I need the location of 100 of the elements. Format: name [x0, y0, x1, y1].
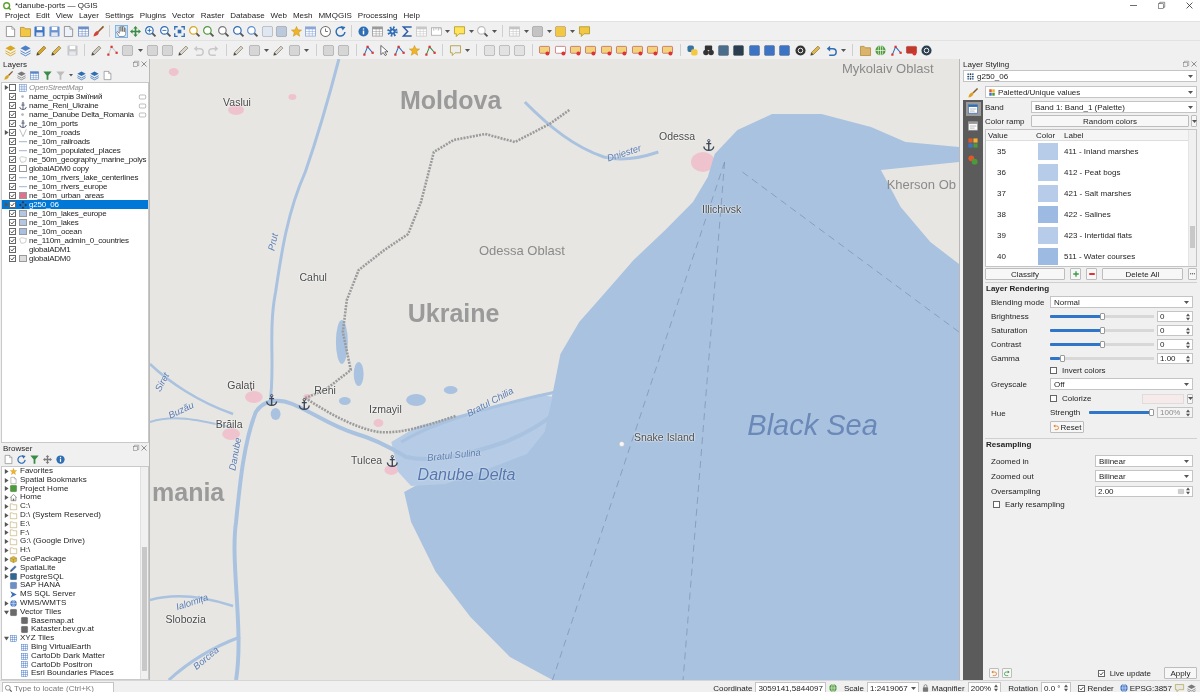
card-icon[interactable] [662, 44, 674, 56]
swatch-icon[interactable] [1038, 248, 1058, 265]
folder-icon[interactable] [859, 44, 871, 56]
layers-icon[interactable] [17, 71, 26, 80]
checkbox[interactable] [9, 102, 16, 109]
expand-arrow-icon[interactable] [3, 486, 9, 492]
menu-item[interactable]: Edit [35, 11, 50, 21]
tree-row[interactable]: Kataster.bev.gv.at [2, 625, 141, 635]
spin-field[interactable]: 0 [1157, 311, 1193, 322]
brush-icon[interactable] [968, 87, 978, 98]
menu-item[interactable]: Vector [172, 11, 195, 21]
checkbox[interactable] [9, 183, 16, 190]
vertex-line-icon[interactable] [363, 44, 375, 56]
color-ramp-button[interactable]: Random colors [1031, 115, 1189, 127]
checkbox[interactable] [9, 228, 16, 235]
checkbox[interactable] [993, 501, 1000, 508]
magnifier-icon[interactable] [188, 25, 200, 37]
tree-row[interactable]: CartoDb Positron [2, 660, 141, 670]
pencil-icon[interactable] [91, 44, 103, 56]
slider-track[interactable] [1050, 355, 1154, 362]
document-icon[interactable] [4, 455, 13, 464]
card-icon[interactable] [585, 44, 597, 56]
expand-arrow-icon[interactable] [3, 556, 9, 562]
tree-row[interactable]: ne_10m_ocean [2, 227, 149, 236]
delete-all-button[interactable]: Delete All [1102, 268, 1183, 280]
checkbox[interactable] [9, 192, 16, 199]
scrollbar-thumb[interactable] [142, 547, 148, 671]
overlapping-squares-icon[interactable] [133, 445, 140, 451]
tree-row[interactable]: Esri Boundaries Places [2, 669, 141, 679]
pencil-icon[interactable] [35, 44, 47, 56]
caret-icon[interactable] [137, 48, 143, 52]
checkbox[interactable] [9, 111, 16, 118]
card-icon[interactable] [554, 44, 566, 56]
zoomed-out-dropdown[interactable]: Bilinear [1095, 470, 1193, 482]
checkbox[interactable] [9, 237, 16, 244]
checkbox[interactable] [9, 255, 16, 262]
swatch-icon[interactable] [1038, 185, 1058, 202]
greyscale-dropdown[interactable]: Off [1050, 378, 1193, 390]
tree-row[interactable]: globalADM0 copy [2, 164, 149, 173]
band-dropdown[interactable]: Band 1: Band_1 (Palette) [1031, 101, 1197, 113]
circle-icon[interactable] [921, 44, 933, 56]
tree-row[interactable]: F:\ [2, 528, 141, 538]
expand-arrow-icon[interactable] [3, 539, 9, 545]
magnifier-spin-field[interactable]: 200% [967, 682, 1002, 692]
checkbox[interactable] [9, 147, 16, 154]
clock-icon[interactable] [320, 25, 332, 37]
checkbox[interactable] [1050, 395, 1057, 402]
caret-icon[interactable] [464, 48, 470, 52]
menu-item[interactable]: View [55, 11, 73, 21]
checkbox[interactable] [9, 129, 16, 136]
overlapping-squares-icon[interactable] [133, 61, 140, 67]
folder-icon[interactable] [19, 25, 31, 37]
table-icon[interactable] [305, 25, 317, 37]
binoculars-icon[interactable] [702, 44, 714, 56]
column-header[interactable]: Color [1034, 130, 1062, 140]
card-icon[interactable] [570, 44, 581, 56]
locator-field[interactable]: Type to locate (Ctrl+K) [2, 682, 114, 692]
vertex-line-icon[interactable] [890, 44, 902, 56]
table-icon[interactable] [372, 25, 384, 37]
refresh-icon[interactable] [17, 455, 26, 464]
add-button[interactable] [1070, 268, 1081, 280]
tree-row[interactable]: PostgreSQL [2, 572, 141, 582]
layers-icon[interactable] [20, 44, 32, 56]
scrollbar[interactable] [1188, 130, 1196, 266]
tree-row[interactable]: name_Reni_Ukraine [2, 101, 149, 110]
apply-button[interactable]: Apply [1164, 667, 1197, 679]
table-icon[interactable] [77, 25, 89, 37]
tree-row[interactable]: MS SQL Server [2, 590, 141, 599]
side-tab[interactable] [965, 102, 981, 116]
pencil-icon[interactable] [810, 44, 822, 56]
more-button[interactable] [1188, 268, 1197, 280]
menu-item[interactable]: Plugins [139, 11, 167, 21]
tree-row[interactable]: H:\ [2, 546, 141, 555]
card-icon[interactable] [616, 44, 628, 56]
blending-dropdown[interactable]: Normal [1050, 296, 1193, 308]
color-menu-button[interactable] [1187, 393, 1193, 404]
checkbox[interactable] [9, 93, 16, 100]
reset-button[interactable]: Reset [1050, 421, 1084, 433]
minimize-icon[interactable] [1130, 4, 1137, 7]
tree-row[interactable]: ne_10m_railroads [2, 137, 149, 146]
expand-arrow-icon[interactable] [3, 468, 9, 474]
menu-item[interactable]: MMQGIS [318, 11, 352, 21]
scrollbar[interactable] [140, 467, 149, 679]
collapse-arrow-icon[interactable] [3, 609, 9, 615]
side-tab[interactable] [965, 136, 981, 150]
tree-row[interactable]: ne_10m_lakes_europe [2, 209, 149, 218]
tree-row[interactable]: Project Home [2, 484, 141, 494]
tree-row[interactable]: SAP HANA [2, 581, 141, 591]
renderer-dropdown[interactable]: Paletted/Unique values [985, 86, 1197, 98]
cursor-icon[interactable] [378, 44, 390, 56]
tree-row[interactable]: ne_10m_ports [2, 119, 149, 128]
magnifier-icon[interactable] [247, 25, 259, 37]
column-header[interactable]: Label [1062, 130, 1188, 140]
brush-icon[interactable] [92, 25, 104, 37]
layer-dropdown[interactable]: g250_06 [963, 70, 1197, 82]
spin-field[interactable]: 1.00 [1157, 353, 1193, 364]
card-icon[interactable] [600, 44, 612, 56]
tree-row[interactable]: Vector Tiles [2, 607, 141, 617]
checkbox[interactable] [9, 165, 16, 172]
redo-button[interactable] [1002, 668, 1012, 678]
